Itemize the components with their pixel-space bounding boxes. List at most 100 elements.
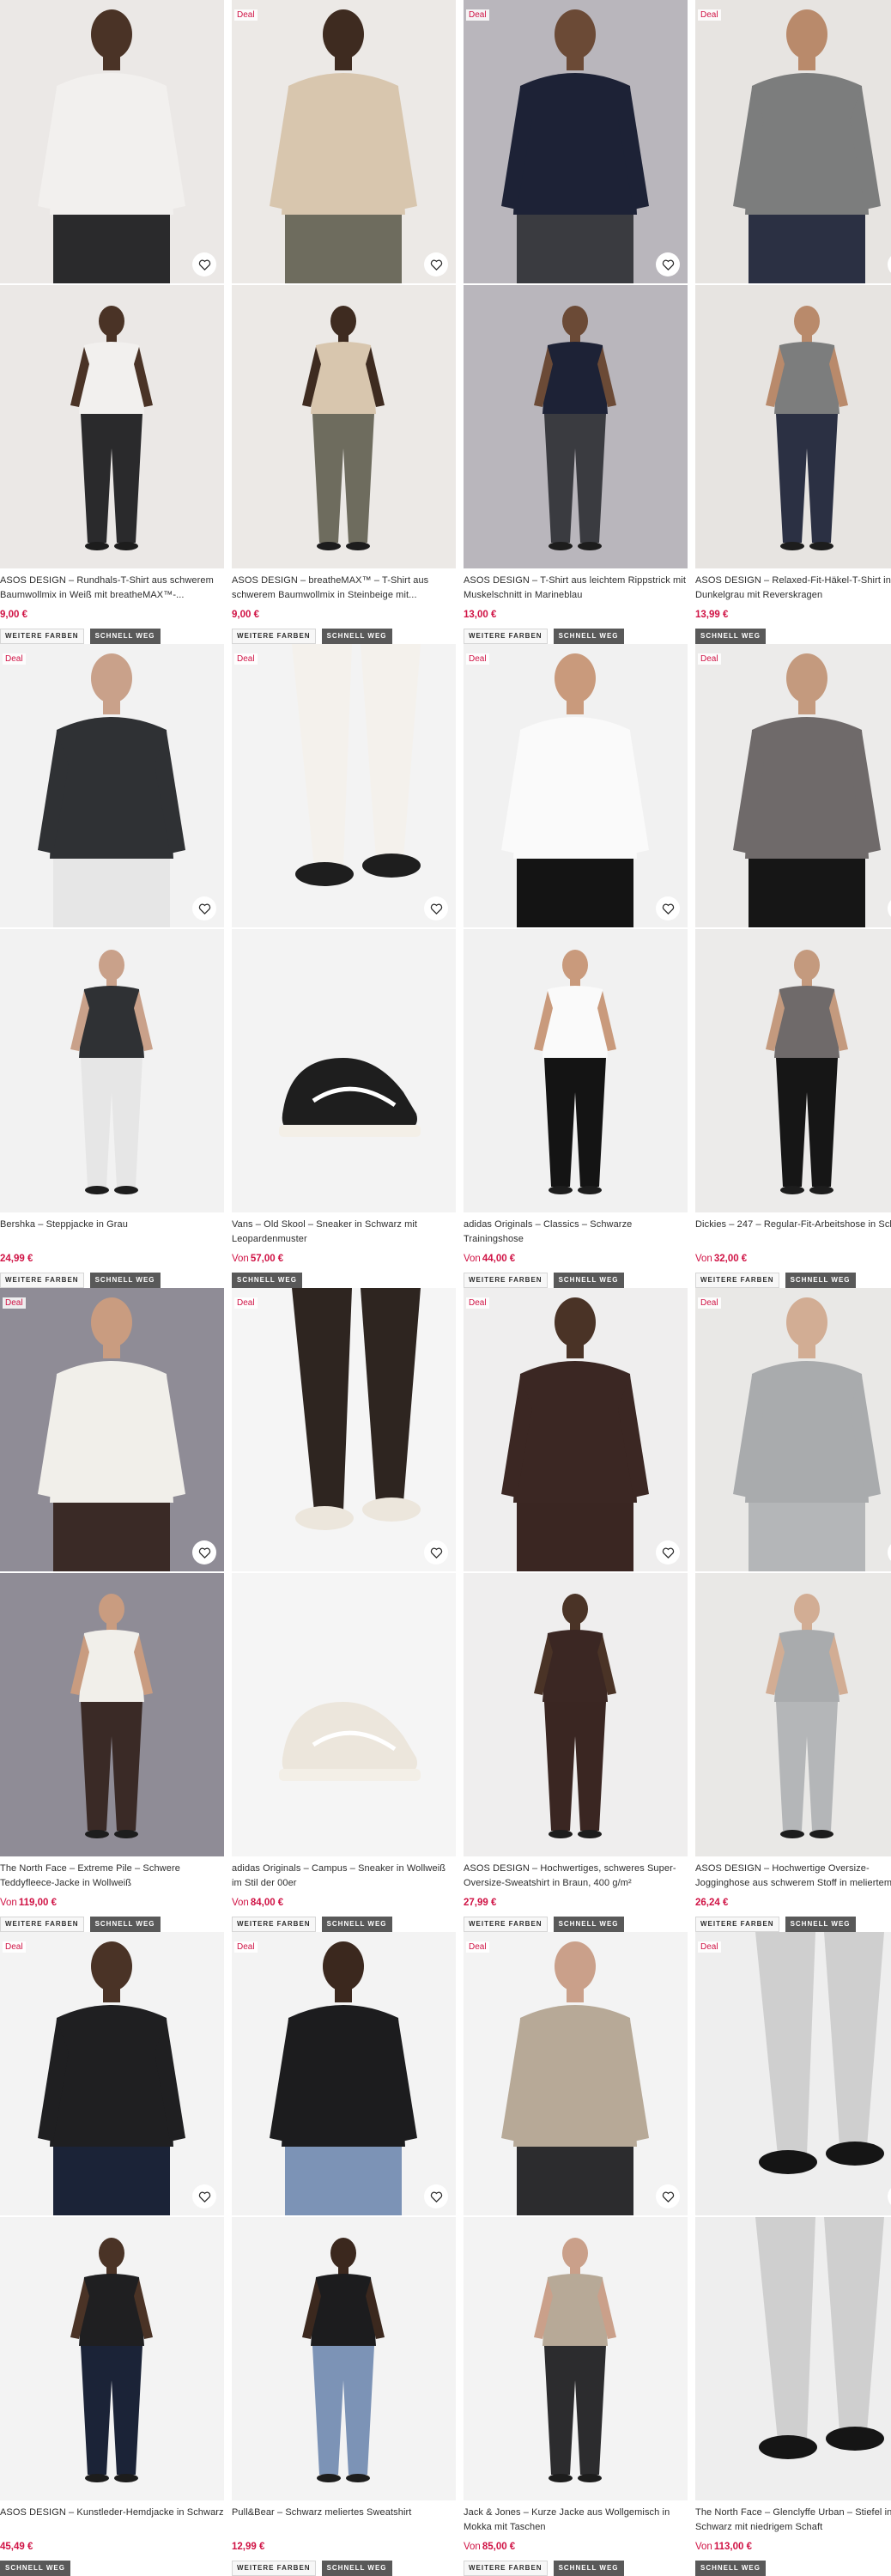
product-badges: WEITERE FARBEN SCHNELL WEG bbox=[464, 1917, 688, 1932]
product-price: Von 44,00 € bbox=[464, 1252, 688, 1266]
wishlist-button[interactable] bbox=[192, 252, 216, 276]
product-image[interactable]: Deal bbox=[464, 1932, 688, 2215]
deal-badge: Deal bbox=[234, 9, 258, 21]
product-image-alt[interactable] bbox=[0, 1573, 224, 1856]
product-title[interactable]: ASOS DESIGN – Kunstleder-Hemdjacke in Sc… bbox=[0, 2506, 224, 2535]
selling-fast-badge: SCHNELL WEG bbox=[321, 1917, 392, 1932]
product-badges: WEITERE FARBEN SCHNELL WEG bbox=[464, 2561, 688, 2576]
wishlist-button[interactable] bbox=[424, 2184, 448, 2208]
product-image-alt[interactable] bbox=[464, 2217, 688, 2500]
heart-icon bbox=[198, 259, 210, 270]
product-image-alt[interactable] bbox=[0, 2217, 224, 2500]
product-title[interactable]: Pull&Bear – Schwarz meliertes Sweatshirt bbox=[232, 2506, 456, 2535]
product-price: Von 84,00 € bbox=[232, 1896, 456, 1910]
product-price: Von 85,00 € bbox=[464, 2540, 688, 2554]
product-badges: WEITERE FARBEN SCHNELL WEG bbox=[695, 1273, 891, 1288]
wishlist-button[interactable] bbox=[656, 2184, 680, 2208]
more-colors-badge: WEITERE FARBEN bbox=[695, 1917, 779, 1932]
heart-icon bbox=[430, 903, 442, 914]
product-title[interactable]: Dickies – 247 – Regular-Fit-Arbeitshose … bbox=[695, 1218, 891, 1247]
product-image-alt[interactable] bbox=[695, 929, 891, 1212]
product-title[interactable]: Vans – Old Skool – Sneaker in Schwarz mi… bbox=[232, 1218, 456, 1247]
wishlist-button[interactable] bbox=[192, 896, 216, 920]
product-image[interactable]: Deal bbox=[232, 0, 456, 283]
product-image[interactable]: Deal bbox=[232, 1932, 456, 2215]
product-photo-front bbox=[0, 1932, 224, 2215]
wishlist-button[interactable] bbox=[192, 1540, 216, 1564]
wishlist-button[interactable] bbox=[656, 1540, 680, 1564]
more-colors-badge: WEITERE FARBEN bbox=[464, 2561, 548, 2576]
product-image-alt[interactable] bbox=[464, 1573, 688, 1856]
selling-fast-badge: SCHNELL WEG bbox=[0, 2561, 70, 2576]
product-image-alt[interactable] bbox=[0, 285, 224, 568]
wishlist-button[interactable] bbox=[192, 2184, 216, 2208]
deal-badge: Deal bbox=[698, 653, 721, 665]
product-title[interactable]: ASOS DESIGN – Hochwertiges, schweres Sup… bbox=[464, 1862, 688, 1891]
product-title[interactable]: ASOS DESIGN – Hochwertige Oversize-Joggi… bbox=[695, 1862, 891, 1891]
product-image[interactable]: Deal bbox=[695, 644, 891, 927]
product-price: 24,99 € bbox=[0, 1252, 224, 1266]
product-image[interactable]: Deal bbox=[0, 1288, 224, 1571]
price-value: 44,00 € bbox=[482, 1254, 516, 1264]
product-image[interactable]: Deal bbox=[695, 0, 891, 283]
product-info: ASOS DESIGN – Hochwertiges, schweres Sup… bbox=[464, 1862, 688, 1932]
product-title[interactable]: ASOS DESIGN – Rundhals-T-Shirt aus schwe… bbox=[0, 574, 224, 603]
product-image-alt[interactable] bbox=[695, 2217, 891, 2500]
deal-badge: Deal bbox=[466, 1297, 489, 1309]
product-image-alt[interactable] bbox=[464, 929, 688, 1212]
product-image[interactable]: Deal bbox=[232, 1288, 456, 1571]
price-value: 27,99 € bbox=[464, 1898, 497, 1908]
product-title[interactable]: adidas Originals – Classics – Schwarze T… bbox=[464, 1218, 688, 1247]
product-title[interactable]: adidas Originals – Campus – Sneaker in W… bbox=[232, 1862, 456, 1891]
price-value: 85,00 € bbox=[482, 2542, 516, 2552]
product-image-alt[interactable] bbox=[232, 929, 456, 1212]
product-info: adidas Originals – Classics – Schwarze T… bbox=[464, 1218, 688, 1288]
wishlist-button[interactable] bbox=[424, 896, 448, 920]
product-image[interactable]: Deal bbox=[695, 1288, 891, 1571]
product-image[interactable]: Deal bbox=[464, 644, 688, 927]
wishlist-button[interactable] bbox=[424, 252, 448, 276]
price-prefix: Von bbox=[232, 1898, 249, 1908]
deal-badge: Deal bbox=[698, 1941, 721, 1953]
product-info: The North Face – Extreme Pile – Schwere … bbox=[0, 1862, 224, 1932]
product-image-alt[interactable] bbox=[232, 285, 456, 568]
price-prefix: Von bbox=[232, 1254, 249, 1264]
product-photo-alt bbox=[464, 1573, 688, 1856]
product-image-alt[interactable] bbox=[232, 2217, 456, 2500]
product-image-alt[interactable] bbox=[232, 1573, 456, 1856]
deal-badge: Deal bbox=[698, 1297, 721, 1309]
product-title[interactable]: Jack & Jones – Kurze Jacke aus Wollgemis… bbox=[464, 2506, 688, 2535]
more-colors-badge: WEITERE FARBEN bbox=[695, 1273, 779, 1288]
product-image[interactable]: Deal bbox=[464, 1288, 688, 1571]
price-value: 13,99 € bbox=[695, 610, 729, 620]
product-photo-alt bbox=[0, 929, 224, 1212]
product-image-alt[interactable] bbox=[464, 285, 688, 568]
product-image[interactable]: Deal bbox=[0, 1932, 224, 2215]
product-title[interactable]: ASOS DESIGN – breatheMAX™ – T-Shirt aus … bbox=[232, 574, 456, 603]
product-price: 27,99 € bbox=[464, 1896, 688, 1910]
product-image-alt[interactable] bbox=[695, 1573, 891, 1856]
wishlist-button[interactable] bbox=[656, 896, 680, 920]
product-photo-alt bbox=[695, 1573, 891, 1856]
product-image[interactable]: Deal bbox=[0, 644, 224, 927]
product-title[interactable]: Bershka – Steppjacke in Grau bbox=[0, 1218, 224, 1247]
product-price: 26,24 € bbox=[695, 1896, 891, 1910]
product-badges: WEITERE FARBEN SCHNELL WEG bbox=[232, 629, 456, 644]
product-image-alt[interactable] bbox=[695, 285, 891, 568]
selling-fast-badge: SCHNELL WEG bbox=[321, 629, 392, 644]
product-title[interactable]: ASOS DESIGN – T-Shirt aus leichtem Ripps… bbox=[464, 574, 688, 603]
product-image[interactable]: Deal bbox=[464, 0, 688, 283]
product-image-alt[interactable] bbox=[0, 929, 224, 1212]
product-image[interactable] bbox=[0, 0, 224, 283]
product-image[interactable]: Deal bbox=[232, 644, 456, 927]
product-price: 13,00 € bbox=[464, 608, 688, 622]
product-title[interactable]: The North Face – Glenclyffe Urban – Stie… bbox=[695, 2506, 891, 2535]
product-title[interactable]: ASOS DESIGN – Relaxed-Fit-Häkel-T-Shirt … bbox=[695, 574, 891, 603]
product-title[interactable]: The North Face – Extreme Pile – Schwere … bbox=[0, 1862, 224, 1891]
product-image[interactable]: Deal bbox=[695, 1932, 891, 2215]
price-prefix: Von bbox=[0, 1898, 17, 1908]
selling-fast-badge: SCHNELL WEG bbox=[785, 1917, 856, 1932]
wishlist-button[interactable] bbox=[424, 1540, 448, 1564]
wishlist-button[interactable] bbox=[656, 252, 680, 276]
selling-fast-badge: SCHNELL WEG bbox=[232, 1273, 302, 1288]
